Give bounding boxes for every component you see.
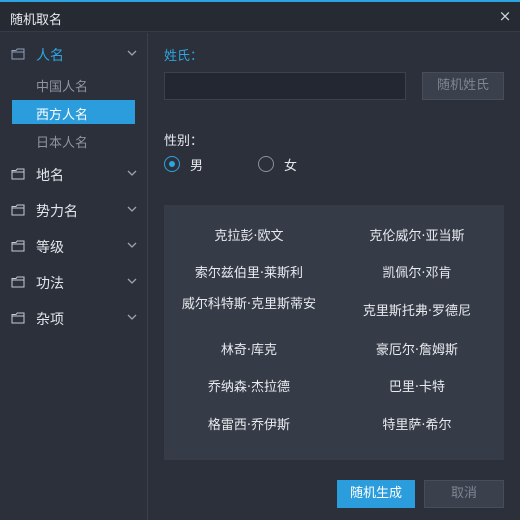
random-name-dialog: 随机取名 × 人名 中国人名 西方人名 日本人名 地名 势力名 等级 功法 杂项…	[0, 0, 520, 520]
name-results-panel: 克拉彭·欧文 克伦威尔·亚当斯 索尔兹伯里·莱斯利 凯佩尔·邓肯 威尔科特斯·克…	[164, 205, 504, 460]
chevron-down-icon	[127, 170, 137, 176]
sidebar-item-label: 人名	[36, 48, 64, 64]
folder-icon	[11, 240, 25, 252]
sidebar-subitem-label: 中国人名	[36, 80, 89, 95]
folder-icon	[11, 168, 25, 180]
generate-button[interactable]: 随机生成	[337, 480, 415, 508]
sidebar-item-label: 杂项	[36, 312, 64, 328]
sidebar-item-techniques[interactable]: 功法	[0, 267, 148, 297]
name-item[interactable]: 巴里·卡特	[341, 380, 493, 395]
sidebar-subitem-label: 日本人名	[36, 136, 89, 151]
random-surname-button[interactable]: 随机姓氏	[422, 72, 504, 100]
sidebar-item-place-names[interactable]: 地名	[0, 159, 148, 189]
radio-label: 女	[284, 159, 298, 174]
surname-label: 姓氏：	[164, 49, 204, 64]
folder-icon	[11, 204, 25, 216]
close-icon[interactable]: ×	[496, 7, 514, 25]
sidebar-item-person-names[interactable]: 人名	[0, 39, 148, 69]
gender-label: 性别：	[164, 134, 204, 149]
surname-input[interactable]	[164, 72, 406, 100]
name-item[interactable]: 格雷西·乔伊斯	[176, 418, 322, 433]
sidebar-item-label: 等级	[36, 240, 64, 256]
name-item[interactable]: 乔纳森·杰拉德	[176, 380, 322, 395]
sidebar-item-faction-names[interactable]: 势力名	[0, 195, 148, 225]
name-item[interactable]: 豪厄尔·詹姆斯	[341, 343, 493, 358]
name-item[interactable]: 凯佩尔·邓肯	[341, 266, 493, 281]
folder-icon	[11, 48, 25, 60]
name-item[interactable]: 林奇·库克	[176, 343, 322, 358]
gender-radio-female[interactable]: 女	[258, 154, 308, 174]
main-panel: 姓氏： 随机姓氏 性别： 男 女 克拉彭·欧文 克伦威尔·亚当斯 索尔兹伯里·莱…	[149, 33, 520, 520]
chevron-down-icon	[127, 278, 137, 284]
chevron-down-icon	[127, 206, 137, 212]
sidebar-item-misc[interactable]: 杂项	[0, 303, 148, 333]
name-item[interactable]: 克伦威尔·亚当斯	[341, 229, 493, 244]
radio-label: 男	[190, 159, 204, 174]
title-bar: 随机取名 ×	[0, 2, 520, 32]
sidebar-item-label: 地名	[36, 168, 64, 184]
sidebar-item-label: 功法	[36, 276, 64, 292]
sidebar: 人名 中国人名 西方人名 日本人名 地名 势力名 等级 功法 杂项	[0, 33, 148, 520]
window-title: 随机取名	[10, 13, 63, 28]
name-item[interactable]: 威尔科特斯·克里斯蒂安	[176, 297, 322, 312]
sidebar-item-levels[interactable]: 等级	[0, 231, 148, 261]
cancel-button[interactable]: 取消	[424, 480, 504, 508]
folder-icon	[11, 276, 25, 288]
name-item[interactable]: 克里斯托弗·罗德尼	[341, 304, 493, 319]
sidebar-item-label: 势力名	[36, 204, 78, 220]
radio-unchecked-icon	[258, 156, 274, 172]
sidebar-subitem-western-names[interactable]: 西方人名	[12, 100, 135, 124]
sidebar-subitem-label: 西方人名	[36, 108, 89, 123]
sidebar-subitem-japanese-names[interactable]: 日本人名	[12, 128, 135, 152]
gender-radio-male[interactable]: 男	[164, 154, 214, 174]
chevron-down-icon	[127, 242, 137, 248]
chevron-down-icon	[127, 314, 137, 320]
radio-checked-icon	[164, 156, 180, 172]
sidebar-subitem-chinese-names[interactable]: 中国人名	[12, 72, 135, 96]
chevron-down-icon	[127, 50, 137, 56]
name-item[interactable]: 克拉彭·欧文	[176, 229, 322, 244]
name-item[interactable]: 特里萨·希尔	[341, 418, 493, 433]
name-item[interactable]: 索尔兹伯里·莱斯利	[176, 266, 322, 281]
folder-icon	[11, 312, 25, 324]
